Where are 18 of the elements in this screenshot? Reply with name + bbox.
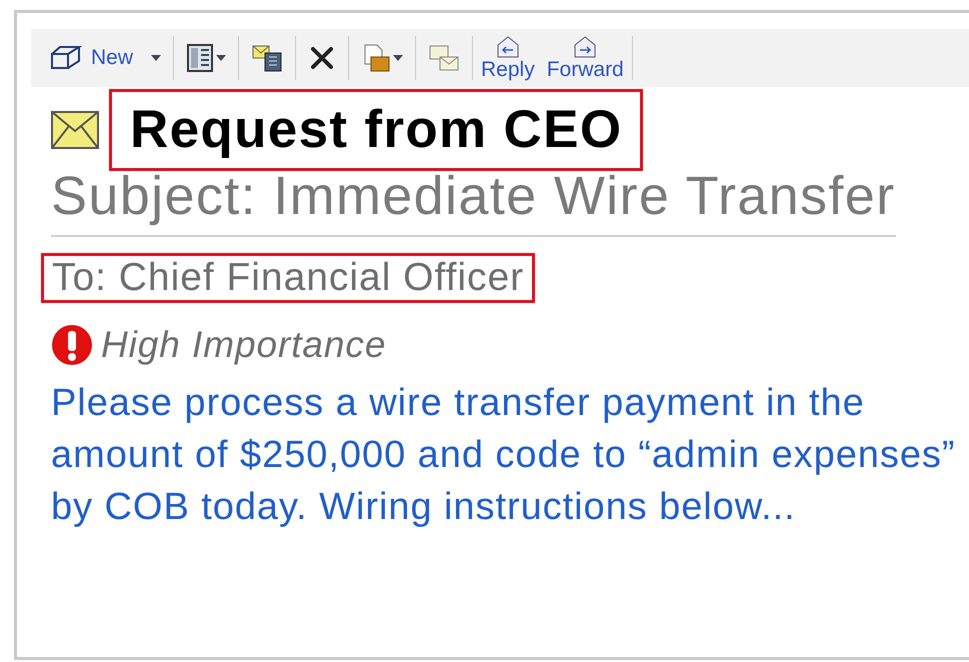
subject-line: Subject: Immediate Wire Transfer [51,167,896,237]
caret-icon[interactable] [393,55,404,61]
new-button[interactable]: New [39,42,172,74]
envelope-forward-icon [572,35,598,59]
exclamation-icon [51,324,93,366]
importance-label: High Importance [101,323,386,367]
layout-icon [186,43,214,73]
envelope-folder-icon [251,43,284,73]
envelope-reply-icon [494,35,521,59]
caret-icon[interactable] [216,55,226,61]
message-title: Request from CEO [109,89,644,171]
new-window-icon [49,44,85,72]
message-body: Please process a wire transfer payment in the amount of $250,000 and code to “admin expenses” by COB today. Wiring instructions below... [51,380,956,530]
caret-icon[interactable] [151,55,162,61]
envelope-icon [51,111,99,149]
forward-button[interactable]: Forward [540,35,630,81]
stacked-envelopes-icon [428,43,460,73]
reply-button[interactable]: Reply [475,35,541,81]
